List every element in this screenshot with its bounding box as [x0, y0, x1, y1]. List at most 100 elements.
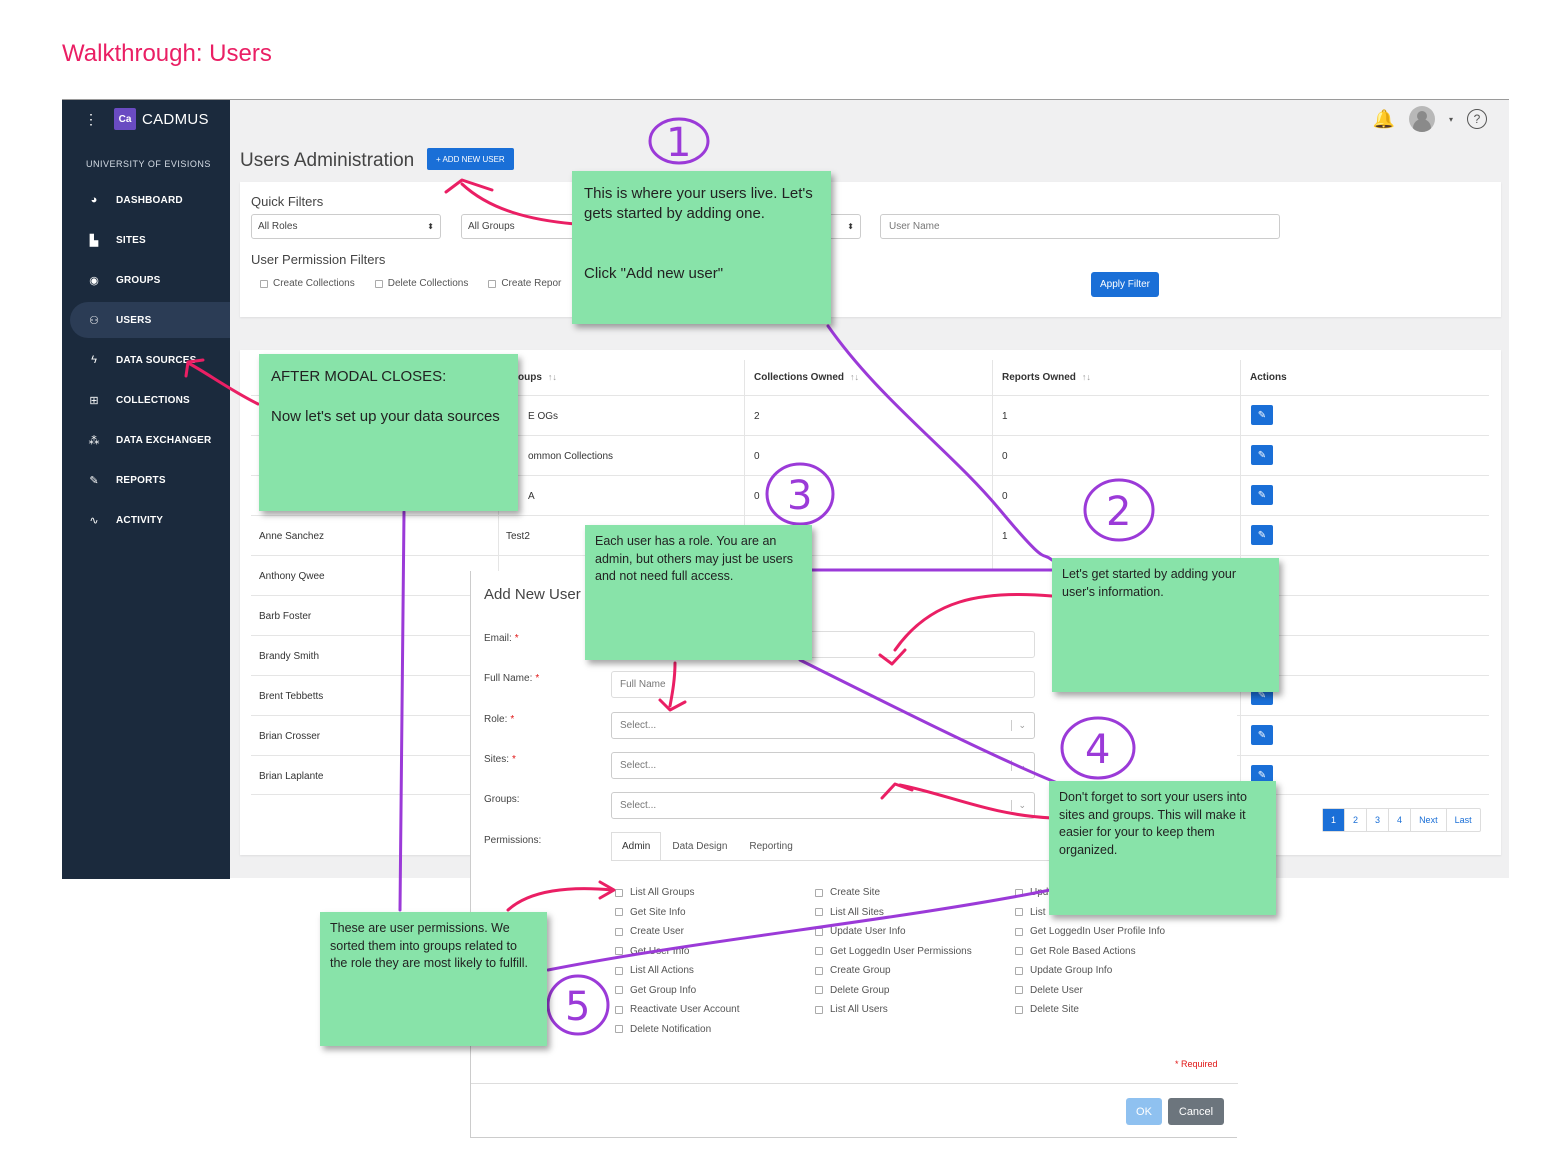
sidebar-item-dashboard[interactable]: ◕ DASHBOARD	[70, 182, 230, 218]
cell-name: Brian Crosser	[259, 731, 321, 742]
edit-icon[interactable]: ✎	[1251, 725, 1273, 745]
filter-check-delete-collections[interactable]: Delete Collections	[374, 278, 468, 289]
menu-icon[interactable]: ⋮	[84, 111, 98, 128]
page-2-button[interactable]: 2	[1345, 809, 1368, 831]
checkbox-label: Create Collections	[273, 278, 355, 289]
column-header-collections[interactable]: Collections Owned ↑↓	[754, 372, 859, 383]
groups-select[interactable]: Select... ⌄	[611, 792, 1035, 819]
permission-item[interactable]: Get Site Info	[615, 903, 740, 923]
permission-item[interactable]: Update Group Info	[1015, 961, 1165, 981]
sidebar-item-collections[interactable]: ⊞ COLLECTIONS	[70, 382, 230, 418]
column-header-reports[interactable]: Reports Owned ↑↓	[1002, 372, 1091, 383]
permission-item[interactable]: Get LoggedIn User Permissions	[815, 942, 972, 962]
sidebar-item-groups[interactable]: ◉ GROUPS	[70, 262, 230, 298]
table-row[interactable]: Anne Sanchez Test2 1 ✎	[251, 515, 1489, 555]
checkbox[interactable]	[615, 947, 623, 956]
help-icon[interactable]: ?	[1467, 109, 1487, 129]
permission-item[interactable]: Get LoggedIn User Profile Info	[1015, 922, 1165, 942]
sidebar-item-activity[interactable]: ∿ ACTIVITY	[70, 502, 230, 538]
filter-check-create-collections[interactable]: Create Collections	[260, 278, 355, 289]
page-1-button[interactable]: 1	[1323, 809, 1346, 831]
checkbox[interactable]	[615, 1025, 623, 1034]
sidebar-item-label: USERS	[116, 314, 152, 326]
permission-item[interactable]: Delete Site	[1015, 1000, 1165, 1020]
chevron-down-icon[interactable]: ▾	[1449, 115, 1453, 124]
page-3-button[interactable]: 3	[1367, 809, 1390, 831]
checkbox[interactable]	[815, 888, 823, 897]
page-4-button[interactable]: 4	[1389, 809, 1412, 831]
checkbox[interactable]	[815, 927, 823, 936]
permission-item[interactable]: Delete Group	[815, 981, 972, 1001]
last-page-button[interactable]: Last	[1447, 809, 1480, 831]
permission-item[interactable]: Create User	[615, 922, 740, 942]
edit-icon[interactable]: ✎	[1251, 525, 1273, 545]
edit-icon[interactable]: ✎	[1251, 405, 1273, 425]
sort-arrows-icon: ⬍	[427, 222, 434, 231]
user-name-input[interactable]: User Name	[880, 214, 1280, 239]
sites-select[interactable]: Select... ⌄	[611, 752, 1035, 779]
checkbox[interactable]	[1015, 986, 1023, 995]
permission-item[interactable]: List All Groups	[615, 883, 740, 903]
checkbox[interactable]	[1015, 927, 1023, 936]
sidebar-item-data-sources[interactable]: ϟ DATA SOURCES	[70, 342, 230, 378]
roles-select[interactable]: All Roles ⬍	[251, 214, 441, 239]
next-page-button[interactable]: Next	[1411, 809, 1447, 831]
cancel-button[interactable]: Cancel	[1168, 1098, 1224, 1125]
permission-item[interactable]: Get Role Based Actions	[1015, 942, 1165, 962]
apply-filter-button[interactable]: Apply Filter	[1091, 272, 1160, 297]
checkbox[interactable]	[615, 986, 623, 995]
checkbox[interactable]	[1015, 947, 1023, 956]
checkbox[interactable]	[815, 947, 823, 956]
permission-item[interactable]: List All Actions	[615, 961, 740, 981]
sticky-note-4: Don't forget to sort your users into sit…	[1049, 781, 1276, 915]
checkbox[interactable]	[615, 927, 623, 936]
bell-icon[interactable]: 🔔	[1373, 109, 1395, 130]
permission-item[interactable]: Delete User	[1015, 981, 1165, 1001]
edit-icon[interactable]: ✎	[1251, 445, 1273, 465]
permission-item[interactable]: Get Group Info	[615, 981, 740, 1001]
ok-button[interactable]: OK	[1126, 1098, 1162, 1125]
permission-item[interactable]: Delete Notification	[615, 1020, 740, 1040]
permission-item[interactable]: Update User Info	[815, 922, 972, 942]
tab-reporting[interactable]: Reporting	[738, 832, 803, 861]
filter-check-create-reports[interactable]: Create Repor	[488, 278, 561, 289]
chevron-down-icon: ⌄	[1011, 720, 1026, 731]
checkbox-label: Create Repor	[501, 278, 562, 289]
avatar[interactable]	[1408, 106, 1435, 132]
full-name-field[interactable]: Full Name	[611, 671, 1035, 698]
permission-item[interactable]: List All Sites	[815, 903, 972, 923]
checkbox[interactable]	[815, 1005, 823, 1014]
checkbox[interactable]	[615, 888, 623, 897]
checkbox[interactable]	[260, 279, 268, 288]
edit-icon[interactable]: ✎	[1251, 485, 1273, 505]
checkbox[interactable]	[815, 986, 823, 995]
tab-data-design[interactable]: Data Design	[661, 832, 738, 861]
checkbox[interactable]	[1015, 908, 1023, 917]
sidebar-item-reports[interactable]: ✎ REPORTS	[70, 462, 230, 498]
permission-item[interactable]: List All Users	[815, 1000, 972, 1020]
checkbox[interactable]	[615, 908, 623, 917]
checkbox[interactable]	[815, 966, 823, 975]
checkbox[interactable]	[1015, 888, 1023, 897]
add-new-user-button[interactable]: + ADD NEW USER	[427, 148, 514, 170]
checkbox[interactable]	[615, 966, 623, 975]
checkbox[interactable]	[815, 908, 823, 917]
permission-item[interactable]: Create Group	[815, 961, 972, 981]
permission-item[interactable]: Reactivate User Account	[615, 1000, 740, 1020]
role-select[interactable]: Select... ⌄	[611, 712, 1035, 739]
column-header-groups[interactable]: oups ↑↓	[518, 372, 557, 383]
checkbox[interactable]	[1015, 1005, 1023, 1014]
groups-icon: ◉	[89, 274, 99, 287]
checkbox[interactable]	[374, 279, 383, 288]
activity-icon: ∿	[89, 514, 99, 527]
permission-item[interactable]: Get User Info	[615, 942, 740, 962]
permission-item[interactable]: Create Site	[815, 883, 972, 903]
sidebar-item-users[interactable]: ⚇ USERS	[70, 302, 230, 338]
sidebar-item-sites[interactable]: ▙ SITES	[70, 222, 230, 258]
tab-admin[interactable]: Admin	[611, 832, 662, 861]
sidebar-item-data-exchanger[interactable]: ⁂ DATA EXCHANGER	[70, 422, 230, 458]
checkbox[interactable]	[488, 279, 497, 288]
checkbox[interactable]	[1015, 966, 1023, 975]
checkbox[interactable]	[615, 1005, 623, 1014]
permission-label: List All Groups	[630, 887, 695, 899]
